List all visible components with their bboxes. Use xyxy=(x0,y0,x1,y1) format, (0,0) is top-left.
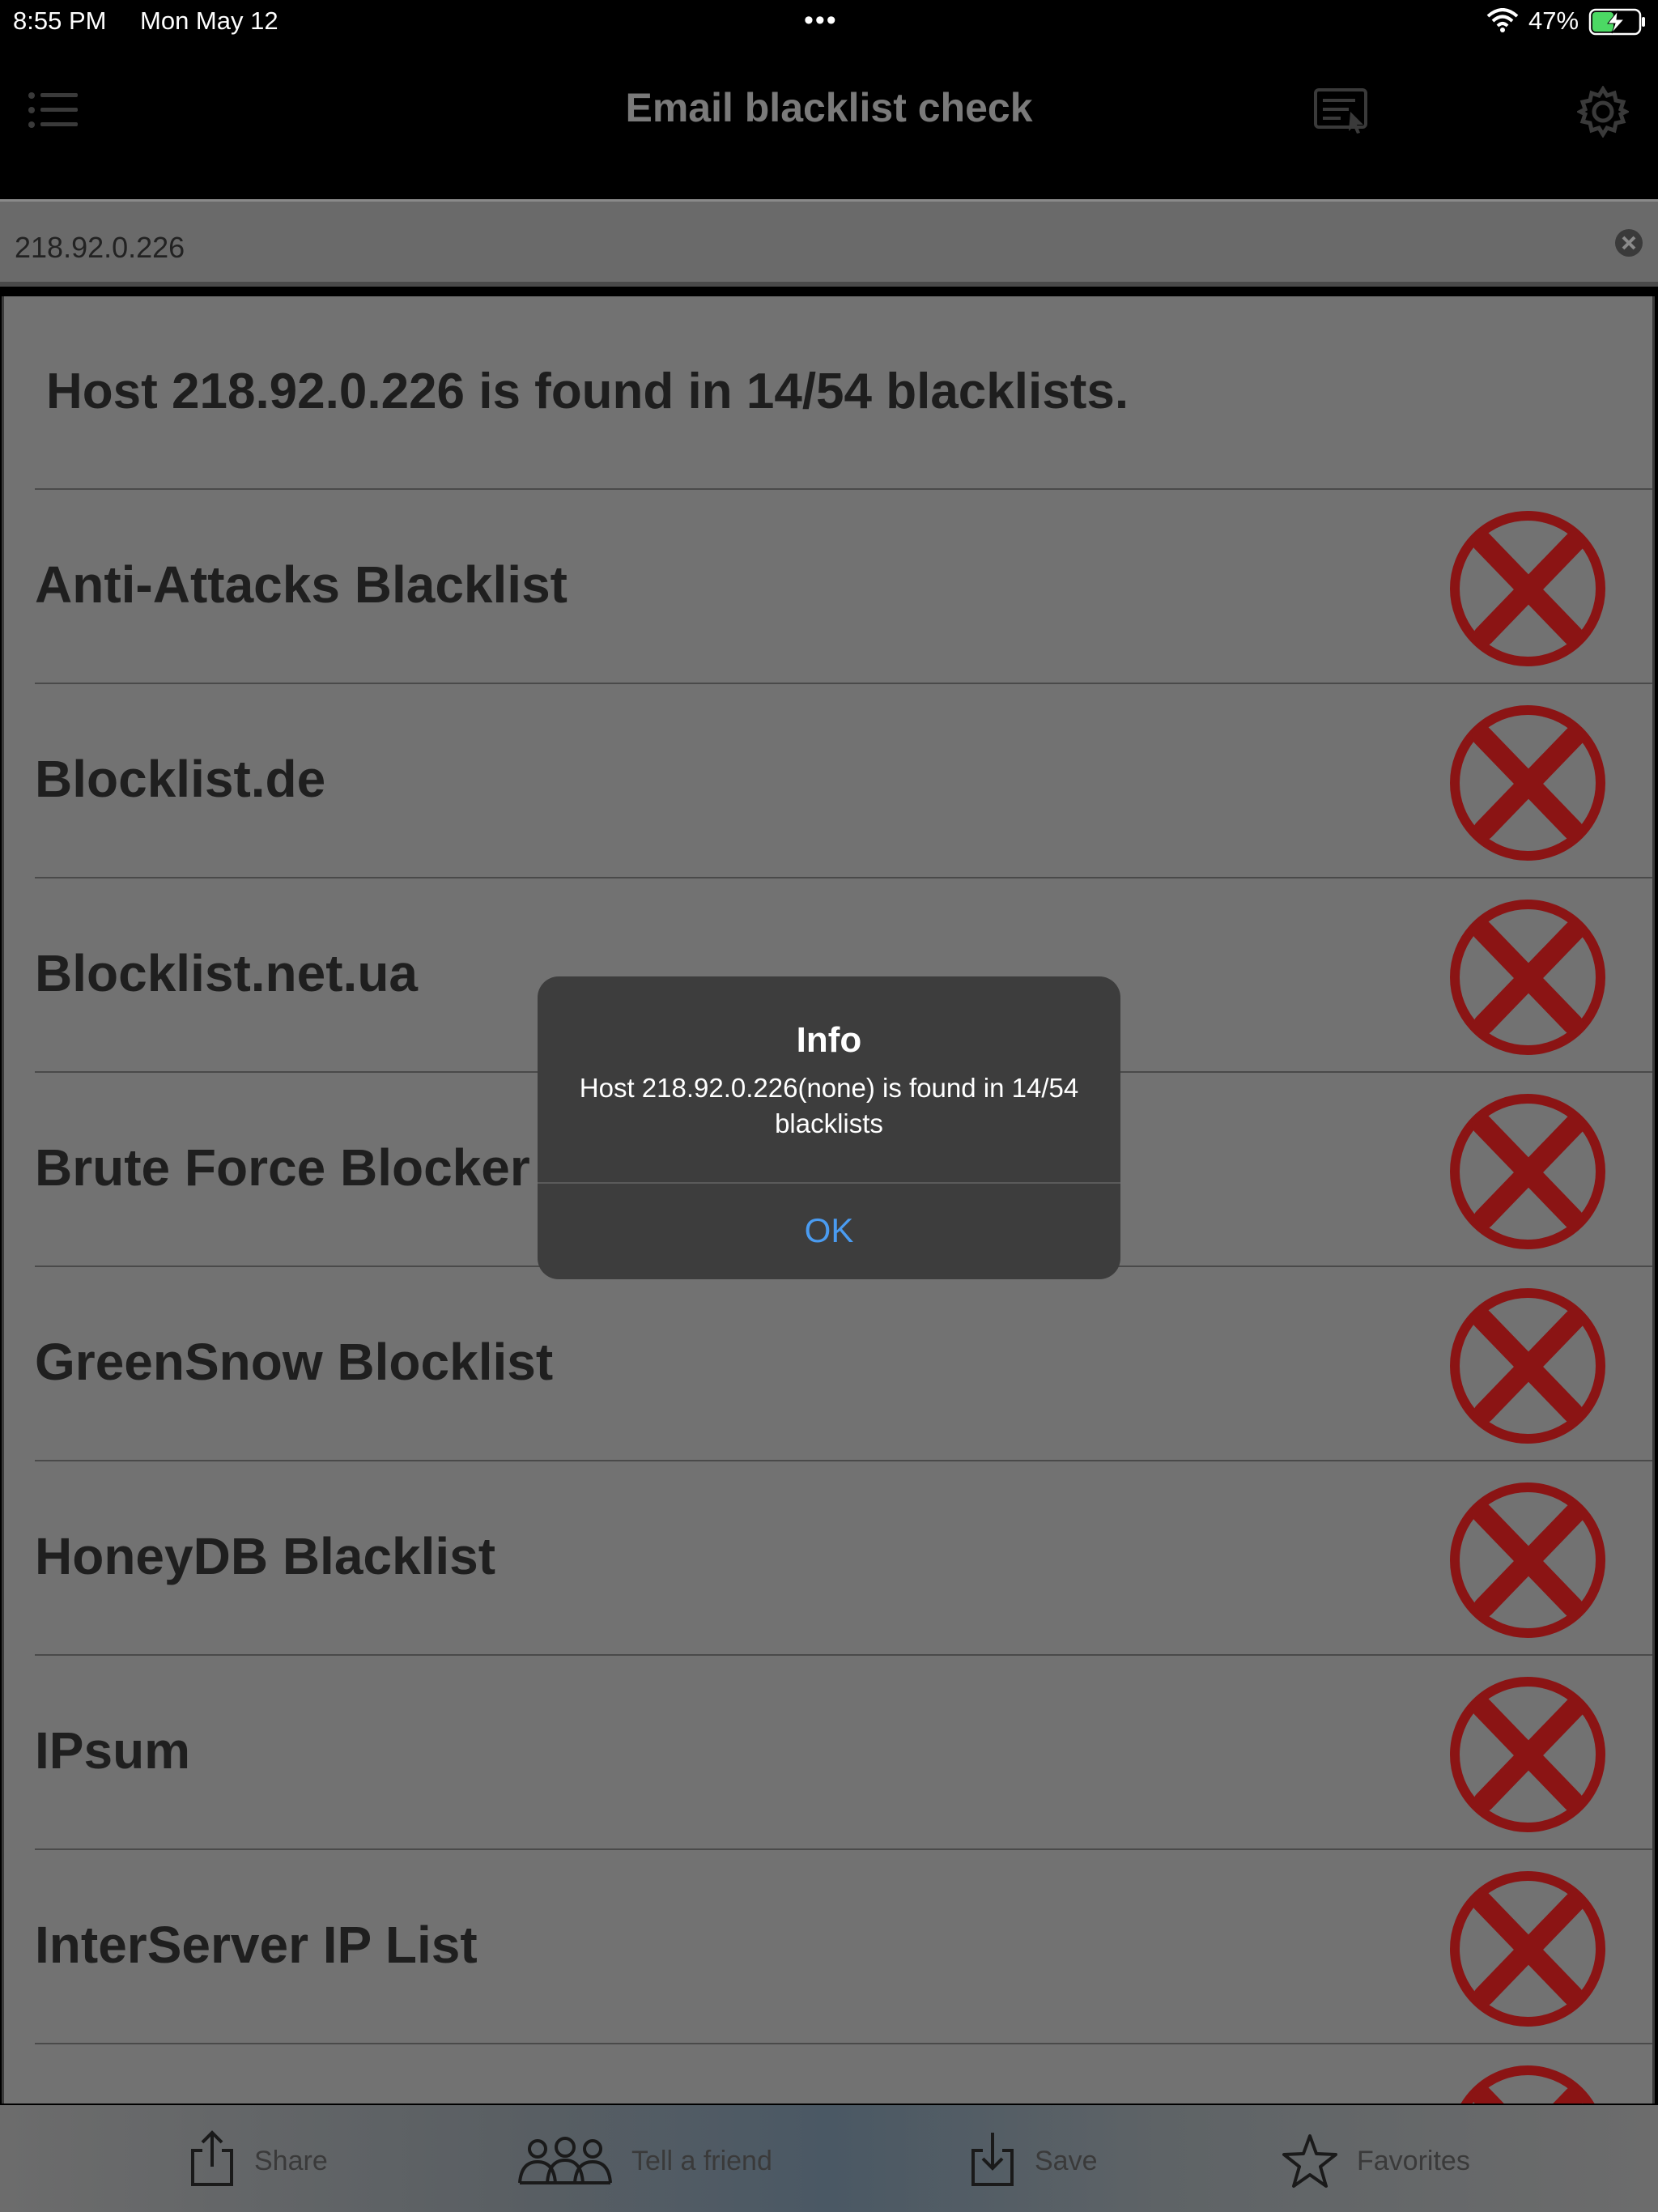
list-item[interactable]: InterServer IP List xyxy=(35,1848,1652,2043)
listed-x-icon xyxy=(1450,1288,1605,1444)
status-date: Mon May 12 xyxy=(140,6,278,35)
favorites-label: Favorites xyxy=(1357,2146,1470,2176)
status-time: 8:55 PM xyxy=(13,6,107,35)
blacklist-name: Blocklist.de xyxy=(35,750,326,808)
alert-divider xyxy=(538,1182,1120,1184)
battery-percent: 47% xyxy=(1528,6,1579,35)
wifi-icon xyxy=(1486,8,1519,32)
tell-a-friend-button[interactable]: Tell a friend xyxy=(517,2129,792,2194)
alert-title: Info xyxy=(796,1020,862,1060)
listed-x-icon xyxy=(1450,1482,1605,1638)
status-bar: 8:55 PM Mon May 12 ••• 47% xyxy=(0,0,1658,45)
blacklist-list: Anti-Attacks Blacklist Blocklist.de Bloc… xyxy=(4,488,1652,2104)
listed-x-icon xyxy=(1460,2065,1595,2104)
battery-charging-icon xyxy=(1588,8,1645,36)
list-item[interactable]: Blocklist.de xyxy=(35,683,1652,877)
multitasking-dots-icon[interactable]: ••• xyxy=(804,5,838,36)
listed-x-icon xyxy=(1450,1094,1605,1249)
blacklist-name: HoneyDB Blacklist xyxy=(35,1527,496,1585)
blacklist-name: GreenSnow Blocklist xyxy=(35,1333,554,1391)
navigation-bar: Email blacklist check xyxy=(0,45,1658,199)
star-icon xyxy=(1282,2134,1337,2188)
people-icon xyxy=(518,2137,612,2184)
listed-x-icon xyxy=(1450,511,1605,666)
blacklist-name: IPsum xyxy=(35,1721,191,1780)
share-button[interactable]: Share xyxy=(188,2129,350,2194)
download-icon xyxy=(971,2133,1014,2186)
search-bar[interactable]: 218.92.0.226 xyxy=(0,199,1658,287)
list-item-partial[interactable] xyxy=(35,2043,1652,2104)
page-title: Email blacklist check xyxy=(625,85,1033,130)
favorites-button[interactable]: Favorites xyxy=(1281,2129,1524,2194)
blacklist-name: Brute Force Blocker xyxy=(35,1138,530,1197)
listed-x-icon xyxy=(1450,1677,1605,1832)
share-label: Share xyxy=(254,2146,328,2176)
listed-x-icon xyxy=(1450,705,1605,861)
clear-icon[interactable] xyxy=(1614,228,1643,257)
blacklist-name: Anti-Attacks Blacklist xyxy=(35,555,568,614)
save-button[interactable]: Save xyxy=(968,2129,1130,2194)
gear-icon[interactable] xyxy=(1577,86,1629,138)
tell-a-friend-label: Tell a friend xyxy=(631,2146,772,2176)
search-input[interactable]: 218.92.0.226 xyxy=(15,231,185,265)
bottom-toolbar: Share Tell a friend Save Favorites xyxy=(0,2105,1658,2212)
listed-x-icon xyxy=(1450,1871,1605,2027)
info-alert: Info Host 218.92.0.226(none) is found in… xyxy=(538,976,1120,1279)
list-item[interactable]: IPsum xyxy=(35,1654,1652,1848)
list-item[interactable]: HoneyDB Blacklist xyxy=(35,1460,1652,1654)
ok-button[interactable]: OK xyxy=(538,1211,1120,1250)
blacklist-name: Blocklist.net.ua xyxy=(35,944,418,1002)
save-label: Save xyxy=(1035,2146,1098,2176)
listed-x-icon xyxy=(1450,900,1605,1055)
report-icon[interactable] xyxy=(1313,87,1370,136)
results-summary: Host 218.92.0.226 is found in 14/54 blac… xyxy=(46,364,1129,419)
list-item[interactable]: Anti-Attacks Blacklist xyxy=(35,488,1652,683)
alert-message: Host 218.92.0.226(none) is found in 14/5… xyxy=(579,1073,1079,1138)
share-icon xyxy=(191,2130,233,2186)
blacklist-name: InterServer IP List xyxy=(35,1916,478,1974)
list-item[interactable]: GreenSnow Blocklist xyxy=(35,1266,1652,1460)
